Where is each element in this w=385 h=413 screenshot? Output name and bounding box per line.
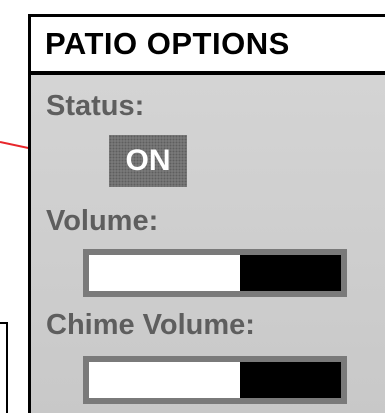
status-label: Status: [46, 90, 145, 122]
volume-slider-fill [89, 255, 241, 291]
chime-volume-slider-fill [89, 362, 241, 398]
panel-header: PATIO OPTIONS [31, 17, 385, 75]
patio-options-screen: PATIO OPTIONS Status: ON Volume: Chime V… [0, 0, 385, 413]
volume-label: Volume: [46, 205, 159, 237]
chime-volume-label: Chime Volume: [46, 309, 255, 341]
volume-slider-track [89, 255, 341, 291]
patio-options-panel: PATIO OPTIONS Status: ON Volume: Chime V… [28, 14, 385, 413]
status-toggle-button[interactable]: ON [109, 135, 187, 187]
volume-slider[interactable] [83, 249, 347, 297]
adjacent-panel-edge [0, 322, 8, 413]
panel-title: PATIO OPTIONS [45, 26, 290, 61]
status-toggle-value: ON [125, 144, 171, 177]
chime-volume-slider-track [89, 362, 341, 398]
chime-volume-slider[interactable] [83, 356, 347, 404]
